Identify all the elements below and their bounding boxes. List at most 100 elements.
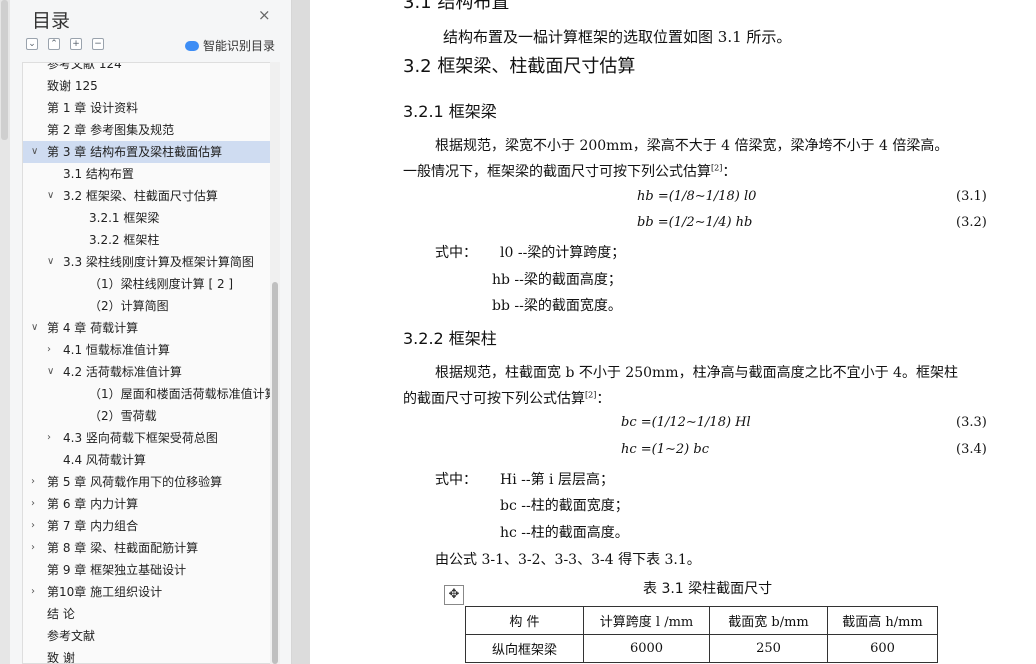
toc-item-label: 第 4 章 荷载计算	[47, 321, 139, 335]
toc-item[interactable]: › 第10章 施工组织设计	[23, 581, 273, 603]
equation-3-3-number: (3.3)	[956, 415, 987, 430]
toc-item[interactable]: 3.2.2 框架柱	[23, 229, 273, 251]
paragraph-beam-2: 一般情况下，框架梁的截面尺寸可按下列公式估算[2]：	[403, 161, 736, 181]
toc-item-label: 致谢 125	[47, 79, 98, 93]
chevron-down-icon[interactable]: ∨	[47, 185, 54, 207]
toc-item[interactable]: （1）屋面和楼面活荷载标准值计算	[23, 383, 273, 405]
table-move-handle-icon[interactable]: ✥	[444, 585, 464, 605]
toc-item[interactable]: 第 9 章 框架独立基础设计	[23, 559, 273, 581]
toc-item-label: 参考文献 124	[47, 62, 122, 71]
splitter[interactable]	[292, 0, 310, 664]
chevron-right-icon[interactable]: ›	[31, 471, 35, 493]
toc-item[interactable]: ∨ 第 4 章 荷载计算	[23, 317, 273, 339]
chevron-down-icon[interactable]: ∨	[31, 141, 38, 163]
equation-3-4: hc =(1∼2) bc	[621, 442, 709, 457]
definition-hb: hb --梁的截面高度；	[492, 272, 622, 288]
table-header-cell[interactable]: 构 件	[465, 606, 584, 635]
table-row: 纵向框架梁 6000 250 600	[465, 634, 938, 663]
table-cell[interactable]: 纵向框架梁	[465, 634, 584, 663]
heading-3-2-2: 3.2.2 框架柱	[403, 329, 497, 348]
table-header-cell[interactable]: 截面宽 b/mm	[709, 606, 828, 635]
chevron-right-icon[interactable]: ›	[31, 493, 35, 515]
toc-item[interactable]: › 4.3 竖向荷载下框架受荷总图	[23, 427, 273, 449]
beam-column-table: 构 件 计算跨度 l /mm 截面宽 b/mm 截面高 h/mm 纵向框架梁 6…	[465, 606, 938, 663]
smart-toc-button[interactable]: 智能识别目录	[185, 37, 275, 54]
toc-item[interactable]: › 第 7 章 内力组合	[23, 515, 273, 537]
toc-item-label: 3.2 框架梁、柱截面尺寸估算	[63, 189, 218, 203]
citation-ref[interactable]: [2]	[585, 390, 596, 399]
chevron-right-icon[interactable]: ›	[31, 581, 35, 603]
toc-item[interactable]: 3.2.1 框架梁	[23, 207, 273, 229]
equation-3-2-number: (3.2)	[956, 215, 987, 230]
toc-item[interactable]: › 第 6 章 内力计算	[23, 493, 273, 515]
toc-item[interactable]: 致 谢	[23, 647, 273, 663]
toc-item[interactable]: › 4.1 恒载标准值计算	[23, 339, 273, 361]
table-cell[interactable]: 6000	[583, 634, 710, 663]
paragraph-beam-2-text: 一般情况下，框架梁的截面尺寸可按下列公式估算	[403, 164, 711, 180]
toc-toolbar: ⌄ ⌃ + −	[26, 38, 104, 50]
toc-item[interactable]: › 第 8 章 梁、柱截面配筋计算	[23, 537, 273, 559]
definition-bb: bb --梁的截面宽度。	[492, 298, 622, 314]
toc-item-label: 3.1 结构布置	[63, 167, 134, 181]
toc-item-label: 4.2 活荷载标准值计算	[63, 365, 182, 379]
toc-item[interactable]: 4.4 风荷载计算	[23, 449, 273, 471]
toc-item[interactable]: 致谢 125	[23, 75, 273, 97]
definition-hc: hc --柱的截面高度。	[500, 525, 629, 541]
toc-item-label: 4.4 风荷载计算	[63, 453, 146, 467]
toc-title: 目录	[32, 10, 71, 32]
chevron-right-icon[interactable]: ›	[31, 515, 35, 537]
equation-3-2: bb =(1/2∼1/4) hb	[637, 215, 753, 230]
chevron-right-icon[interactable]: ›	[47, 339, 51, 361]
table-header-cell[interactable]: 截面高 h/mm	[827, 606, 938, 635]
colon: ：	[722, 164, 737, 180]
toc-item-label: 第 7 章 内力组合	[47, 519, 139, 533]
toc-item[interactable]: 参考文献 124	[23, 62, 273, 75]
left-gutter	[0, 0, 10, 664]
toc-item-label: （2）雪荷载	[89, 409, 157, 423]
toc-item[interactable]: 第 2 章 参考图集及规范	[23, 119, 273, 141]
toc-item-label: 结 论	[47, 607, 75, 621]
toc-item-label: 第 8 章 梁、柱截面配筋计算	[47, 541, 199, 555]
toc-list: 参考文献 124 致谢 125 第 1 章 设计资料第 2 章 参考图集及规范 ∨ 第 …	[22, 62, 280, 664]
table-cell[interactable]: 600	[827, 634, 938, 663]
toc-item-label: 3.2.1 框架梁	[89, 211, 160, 225]
toc-item[interactable]: › 第 5 章 风荷载作用下的位移验算	[23, 471, 273, 493]
toc-item[interactable]: 结 论	[23, 603, 273, 625]
remove-heading-button[interactable]: −	[92, 38, 104, 50]
heading-3-2-1: 3.2.1 框架梁	[403, 102, 497, 121]
toc-item[interactable]: （2）雪荷载	[23, 405, 273, 427]
citation-ref[interactable]: [2]	[711, 163, 722, 172]
definition-l0: l0 --梁的计算跨度；	[500, 245, 626, 261]
toc-item[interactable]: ∨ 第 3 章 结构布置及梁柱截面估算	[23, 141, 273, 163]
toc-item-label: 第10章 施工组织设计	[47, 585, 163, 599]
toc-scroll-thumb[interactable]	[272, 282, 278, 664]
add-heading-button[interactable]: +	[70, 38, 82, 50]
chevron-down-icon[interactable]: ∨	[47, 361, 54, 383]
toc-item[interactable]: 第 1 章 设计资料	[23, 97, 273, 119]
table-header-cell[interactable]: 计算跨度 l /mm	[583, 606, 710, 635]
toc-item[interactable]: 3.1 结构布置	[23, 163, 273, 185]
chevron-right-icon[interactable]: ›	[31, 537, 35, 559]
toc-item-label: 参考文献	[47, 629, 96, 643]
chevron-down-icon[interactable]: ∨	[47, 251, 54, 273]
chevron-right-icon[interactable]: ›	[47, 427, 51, 449]
gutter-scroll-thumb[interactable]	[1, 0, 8, 140]
toc-item[interactable]: （1）梁柱线刚度计算 [ 2 ]	[23, 273, 273, 295]
close-icon[interactable]: ×	[258, 6, 271, 24]
toc-item-label: 第 5 章 风荷载作用下的位移验算	[47, 475, 223, 489]
collapse-all-button[interactable]: ⌄	[26, 38, 38, 50]
toc-item[interactable]: （2）计算简图	[23, 295, 273, 317]
toc-item[interactable]: ∨ 3.2 框架梁、柱截面尺寸估算	[23, 185, 273, 207]
paragraph-3-1: 结构布置及一榀计算框架的选取位置如图 3.1 所示。	[443, 28, 792, 46]
chevron-down-icon[interactable]: ∨	[31, 317, 38, 339]
table-cell[interactable]: 250	[709, 634, 828, 663]
definition-bc: bc --柱的截面宽度；	[500, 498, 629, 514]
toc-item[interactable]: 参考文献	[23, 625, 273, 647]
toc-item[interactable]: ∨ 3.3 梁柱线刚度计算及框架计算简图	[23, 251, 273, 273]
paragraph-table-intro: 由公式 3-1、3-2、3-3、3-4 得下表 3.1。	[435, 552, 701, 568]
toc-item[interactable]: ∨ 4.2 活荷载标准值计算	[23, 361, 273, 383]
toc-item-label: 3.2.2 框架柱	[89, 233, 160, 247]
expand-up-button[interactable]: ⌃	[48, 38, 60, 50]
smart-toc-label: 智能识别目录	[203, 39, 276, 53]
equation-3-3: bc =(1/12∼1/18) Hl	[621, 415, 751, 430]
